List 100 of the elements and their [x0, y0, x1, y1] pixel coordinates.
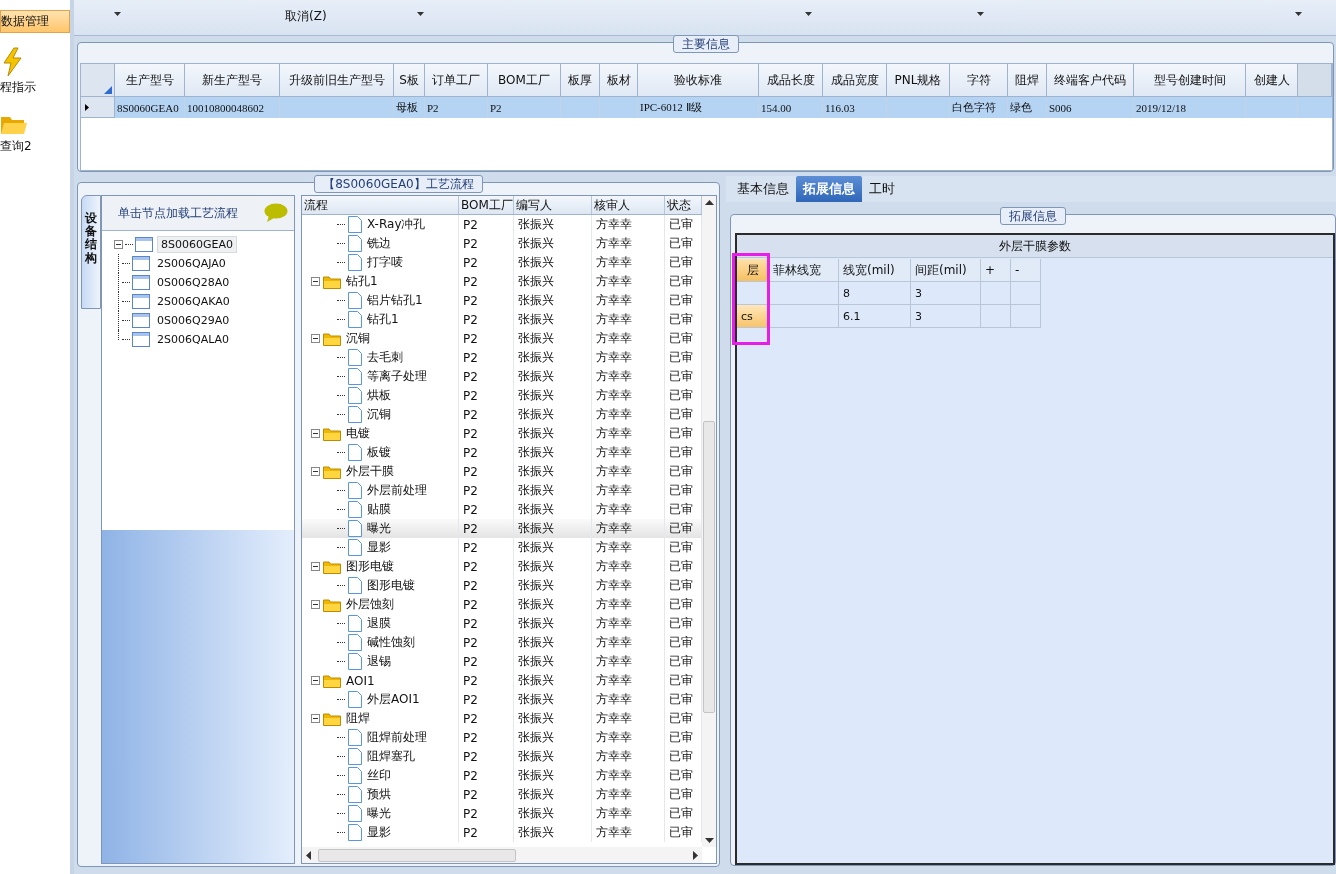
- table-row[interactable]: 8S0060GEA0 10010800048602 母板 P2 P2 IPC-6012 Ⅱ级 154.00 116.03 白色字符 绿色 S006 2019/12/18: [81, 97, 1332, 118]
- collapse-icon[interactable]: [114, 240, 123, 249]
- nav-item[interactable]: 数据管理: [0, 10, 70, 33]
- tree-node[interactable]: 0S006Q29A0: [154, 313, 233, 328]
- process-row[interactable]: 外层干膜 P2 张振兴 方幸幸 已审: [302, 462, 702, 481]
- vertical-scrollbar[interactable]: [702, 196, 716, 847]
- process-row[interactable]: 显影 P2 张振兴 方幸幸 已审: [302, 823, 702, 842]
- tree-node-label: 退锡: [367, 653, 391, 670]
- process-row[interactable]: 打字唛 P2 张振兴 方幸幸 已审: [302, 253, 702, 272]
- nav-item[interactable]: 程指示: [0, 41, 70, 98]
- process-row[interactable]: 钻孔1 P2 张振兴 方幸幸 已审: [302, 272, 702, 291]
- scrollbar-thumb[interactable]: [703, 420, 715, 713]
- process-row[interactable]: 丝印 P2 张振兴 方幸幸 已审: [302, 766, 702, 785]
- cancel-menu-item[interactable]: 取消(Z): [285, 8, 327, 25]
- process-row[interactable]: 图形电镀 P2 张振兴 方幸幸 已审: [302, 576, 702, 595]
- table-cell: 116.03: [823, 97, 887, 118]
- dropdown-arrow-icon[interactable]: [114, 12, 121, 16]
- process-row[interactable]: AOI1 P2 张振兴 方幸幸 已审: [302, 671, 702, 690]
- scroll-up-icon[interactable]: [704, 200, 714, 205]
- process-row[interactable]: 铝片钻孔1 P2 张振兴 方幸幸 已审: [302, 291, 702, 310]
- tree-node[interactable]: 2S006QAJA0: [154, 256, 229, 271]
- process-row[interactable]: 图形电镀 P2 张振兴 方幸幸 已审: [302, 557, 702, 576]
- table-cell: 方幸幸: [596, 368, 632, 385]
- tree-node[interactable]: 0S006Q28A0: [154, 275, 233, 290]
- collapse-icon[interactable]: [311, 714, 320, 723]
- scroll-left-icon[interactable]: [306, 850, 311, 860]
- process-row[interactable]: 曝光 P2 张振兴 方幸幸 已审: [302, 519, 702, 538]
- tab[interactable]: 工时: [862, 176, 902, 202]
- process-row[interactable]: 沉铜 P2 张振兴 方幸幸 已审: [302, 405, 702, 424]
- scroll-right-icon[interactable]: [693, 850, 698, 860]
- document-icon: [348, 748, 362, 765]
- process-row[interactable]: 烘板 P2 张振兴 方幸幸 已审: [302, 386, 702, 405]
- column-header[interactable]: BOM工厂: [459, 196, 514, 214]
- column-header[interactable]: 线宽(mil): [839, 259, 911, 282]
- column-header[interactable]: 间距(mil): [911, 259, 981, 282]
- table-cell: 方幸幸: [596, 710, 632, 727]
- process-row[interactable]: 阻焊塞孔 P2 张振兴 方幸幸 已审: [302, 747, 702, 766]
- tree-node[interactable]: 8S0060GEA0: [157, 236, 237, 253]
- tree-node-label: 退膜: [367, 615, 391, 632]
- process-row[interactable]: 等离子处理 P2 张振兴 方幸幸 已审: [302, 367, 702, 386]
- process-row[interactable]: 阻焊 P2 张振兴 方幸幸 已审: [302, 709, 702, 728]
- table-cell: 张振兴: [518, 235, 554, 252]
- collapse-icon[interactable]: [311, 334, 320, 343]
- process-row[interactable]: 预烘 P2 张振兴 方幸幸 已审: [302, 785, 702, 804]
- table-cell: 方幸幸: [596, 387, 632, 404]
- column-header[interactable]: 层: [737, 259, 769, 282]
- folder-icon: [323, 559, 341, 574]
- process-row[interactable]: 外层蚀刻 P2 张振兴 方幸幸 已审: [302, 595, 702, 614]
- table-cell: 张振兴: [518, 425, 554, 442]
- scrollbar-thumb[interactable]: [318, 848, 516, 862]
- table-cell: P2: [463, 825, 478, 840]
- table-cell: 张振兴: [518, 368, 554, 385]
- tab[interactable]: 拓展信息: [796, 176, 862, 202]
- tree-node[interactable]: 2S006QAKA0: [154, 294, 233, 309]
- table-cell: P2: [463, 540, 478, 555]
- collapse-icon[interactable]: [311, 277, 320, 286]
- process-row[interactable]: 碱性蚀刻 P2 张振兴 方幸幸 已审: [302, 633, 702, 652]
- tab[interactable]: 基本信息: [730, 176, 796, 202]
- vertical-tab[interactable]: 设备结构: [81, 195, 101, 309]
- scroll-down-icon[interactable]: [704, 838, 714, 843]
- column-header[interactable]: 菲林线宽: [769, 259, 839, 282]
- column-header[interactable]: +: [981, 259, 1011, 282]
- table-cell: 方幸幸: [596, 520, 632, 537]
- process-row[interactable]: 退锡 P2 张振兴 方幸幸 已审: [302, 652, 702, 671]
- process-row[interactable]: 铣边 P2 张振兴 方幸幸 已审: [302, 234, 702, 253]
- table-cell: 张振兴: [518, 824, 554, 841]
- collapse-icon[interactable]: [311, 429, 320, 438]
- process-row[interactable]: 钻孔1 P2 张振兴 方幸幸 已审: [302, 310, 702, 329]
- process-row[interactable]: 沉铜 P2 张振兴 方幸幸 已审: [302, 329, 702, 348]
- nav-item[interactable]: 查询2: [0, 106, 70, 157]
- process-row[interactable]: 外层AOI1 P2 张振兴 方幸幸 已审: [302, 690, 702, 709]
- process-row[interactable]: 显影 P2 张振兴 方幸幸 已审: [302, 538, 702, 557]
- document-icon: [348, 767, 362, 784]
- document-icon: [348, 254, 362, 271]
- column-header[interactable]: 核审人: [592, 196, 665, 214]
- process-row[interactable]: 曝光 P2 张振兴 方幸幸 已审: [302, 804, 702, 823]
- column-header[interactable]: 流程: [302, 196, 459, 214]
- dropdown-arrow-icon[interactable]: [976, 12, 984, 16]
- process-row[interactable]: 退膜 P2 张振兴 方幸幸 已审: [302, 614, 702, 633]
- process-row[interactable]: 板镀 P2 张振兴 方幸幸 已审: [302, 443, 702, 462]
- column-header[interactable]: -: [1011, 259, 1041, 282]
- process-row[interactable]: 外层前处理 P2 张振兴 方幸幸 已审: [302, 481, 702, 500]
- tree-node[interactable]: 2S006QALA0: [154, 332, 233, 347]
- tree-node-label: 阻焊: [346, 710, 370, 727]
- dropdown-arrow-icon[interactable]: [804, 12, 812, 16]
- collapse-icon[interactable]: [311, 467, 320, 476]
- process-row[interactable]: X-Ray冲孔 P2 张振兴 方幸幸 已审: [302, 215, 702, 234]
- process-row[interactable]: 电镀 P2 张振兴 方幸幸 已审: [302, 424, 702, 443]
- table-cell: 已审: [669, 824, 693, 841]
- dropdown-arrow-icon[interactable]: [416, 12, 424, 16]
- table-cell: 方幸幸: [596, 653, 632, 670]
- dropdown-arrow-icon[interactable]: [1294, 12, 1302, 16]
- process-row[interactable]: 去毛刺 P2 张振兴 方幸幸 已审: [302, 348, 702, 367]
- process-row[interactable]: 阻焊前处理 P2 张振兴 方幸幸 已审: [302, 728, 702, 747]
- collapse-icon[interactable]: [311, 676, 320, 685]
- column-header[interactable]: 编写人: [514, 196, 592, 214]
- horizontal-scrollbar[interactable]: [302, 847, 702, 863]
- row-header-cell[interactable]: cs: [737, 305, 769, 328]
- collapse-icon[interactable]: [311, 600, 320, 609]
- collapse-icon[interactable]: [311, 562, 320, 571]
